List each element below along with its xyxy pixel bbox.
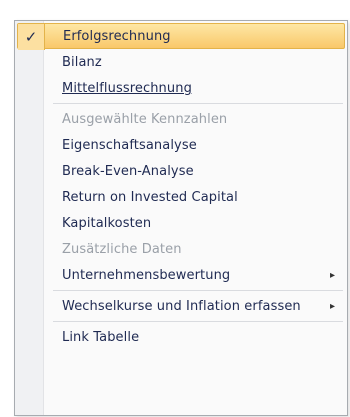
menu-item-roic[interactable]: Return on Invested Capital	[17, 184, 345, 210]
menu-item-label: Link Tabelle	[62, 329, 140, 345]
menu-item-label: Mittelflussrechnung	[62, 80, 192, 96]
menu-item-link-tabelle[interactable]: Link Tabelle	[17, 324, 345, 350]
menu-item-label: Return on Invested Capital	[62, 189, 238, 205]
chevron-right-icon: ▸	[329, 269, 335, 281]
menu-item-erfolgsrechnung[interactable]: ✓ Erfolgsrechnung	[17, 23, 345, 50]
menu-item-label: Unternehmensbewertung	[62, 267, 231, 283]
menu-item-break-even-analyse[interactable]: Break-Even-Analyse	[17, 158, 345, 184]
menu-item-label: Erfolgsrechnung	[63, 28, 171, 44]
menu-item-label: Eigenschaftsanalyse	[62, 137, 197, 153]
menu-item-label: Kapitalkosten	[62, 215, 152, 231]
chevron-right-icon: ▸	[329, 300, 335, 312]
checkmark-icon: ✓	[18, 24, 45, 50]
menu-item-label: Zusätzliche Daten	[62, 241, 182, 257]
menu-item-kapitalkosten[interactable]: Kapitalkosten	[17, 210, 345, 236]
menu-separator	[53, 321, 343, 322]
menu-item-label: Break-Even-Analyse	[62, 163, 194, 179]
menu-item-label: Ausgewählte Kennzahlen	[62, 111, 228, 127]
menu-item-zusaetzliche-daten: Zusätzliche Daten	[17, 236, 345, 262]
menu-item-bilanz[interactable]: Bilanz	[17, 49, 345, 75]
menu-items: ✓ Erfolgsrechnung Bilanz Mittelflussrech…	[15, 23, 347, 350]
context-menu: ✓ Erfolgsrechnung Bilanz Mittelflussrech…	[14, 20, 348, 416]
menu-item-wechselkurse[interactable]: Wechselkurse und Inflation erfassen ▸	[17, 293, 345, 319]
menu-item-eigenschaftsanalyse[interactable]: Eigenschaftsanalyse	[17, 132, 345, 158]
menu-separator	[53, 290, 343, 291]
menu-item-ausgewaehlte-kennzahlen: Ausgewählte Kennzahlen	[17, 106, 345, 132]
menu-item-unternehmensbewertung[interactable]: Unternehmensbewertung ▸	[17, 262, 345, 288]
menu-item-label: Wechselkurse und Inflation erfassen	[62, 298, 301, 314]
menu-item-label: Bilanz	[62, 54, 102, 70]
menu-separator	[53, 103, 343, 104]
menu-item-mittelflussrechnung[interactable]: Mittelflussrechnung	[17, 75, 345, 101]
